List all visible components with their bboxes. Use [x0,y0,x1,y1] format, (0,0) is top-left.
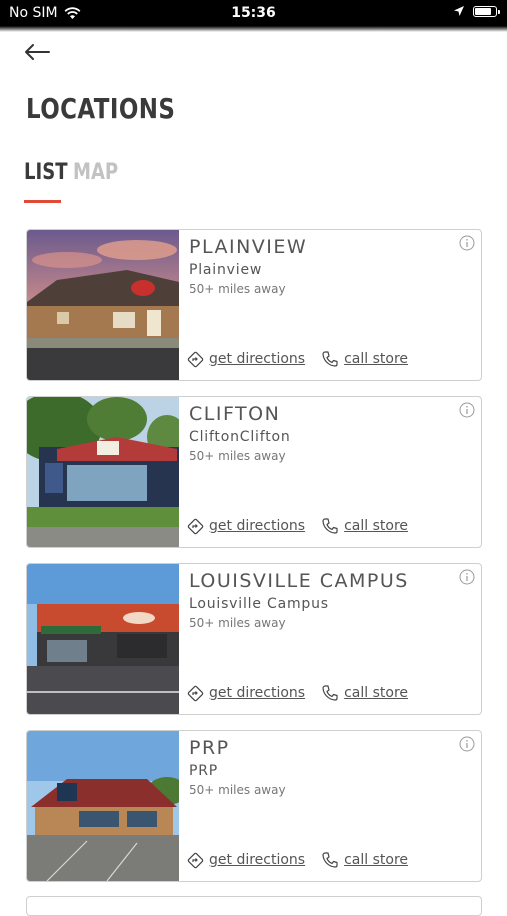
location-distance: 50+ miles away [189,783,286,797]
get-directions-link[interactable]: get directions [187,351,305,368]
status-shadow [0,26,507,32]
card-actions: get directions call store [187,517,408,535]
directions-label: get directions [209,685,306,701]
card-actions: get directions call store [187,350,408,368]
location-card-partial[interactable] [26,896,482,916]
back-button[interactable] [22,40,54,64]
info-circle-icon[interactable] [459,569,475,585]
store-photo [27,230,179,380]
call-label: call store [344,518,409,534]
location-subtitle: Plainview [189,262,263,278]
location-distance: 50+ miles away [189,616,286,630]
location-subtitle: Louisville Campus [189,596,329,612]
card-actions: get directions call store [187,851,408,869]
location-arrow-icon [454,6,464,16]
phone-icon [322,518,338,534]
call-store-link[interactable]: call store [321,684,408,702]
status-bar: No SIM 15:36 [0,0,507,26]
location-card[interactable]: CLIFTON CliftonClifton 50+ miles away ge… [26,396,482,548]
tab-list[interactable]: LIST [24,160,68,185]
location-distance: 50+ miles away [189,449,286,463]
store-photo [27,397,179,547]
battery-icon [473,5,500,17]
directions-diamond-icon [187,685,204,701]
directions-diamond-icon [187,518,204,534]
location-name: PRP [189,737,230,759]
location-card[interactable]: PLAINVIEW Plainview 50+ miles away get d… [26,229,482,381]
call-store-link[interactable]: call store [321,851,408,869]
directions-diamond-icon [187,852,204,868]
arrow-left-icon [25,44,50,60]
location-card[interactable]: PRP PRP 50+ miles away get directions ca… [26,730,482,882]
tab-map[interactable]: MAP [73,160,118,185]
active-tab-indicator [24,200,61,203]
phone-icon [322,351,338,367]
store-photo [27,731,179,881]
location-subtitle: PRP [189,763,219,779]
location-name: LOUISVILLE CAMPUS [189,570,409,592]
call-label: call store [344,685,409,701]
call-label: call store [344,852,409,868]
get-directions-link[interactable]: get directions [187,518,305,535]
directions-diamond-icon [187,351,204,367]
phone-icon [322,685,338,701]
status-right [453,5,500,17]
location-subtitle: CliftonClifton [189,429,291,445]
call-store-link[interactable]: call store [321,517,408,535]
page-title: LOCATIONS [26,92,176,125]
location-card[interactable]: LOUISVILLE CAMPUS Louisville Campus 50+ … [26,563,482,715]
directions-label: get directions [209,518,306,534]
info-circle-icon[interactable] [459,736,475,752]
store-photo [27,564,179,714]
location-name: PLAINVIEW [189,236,308,258]
info-circle-icon[interactable] [459,402,475,418]
info-circle-icon[interactable] [459,235,475,251]
status-time: 15:36 [231,5,276,21]
location-name: CLIFTON [189,403,281,425]
get-directions-link[interactable]: get directions [187,852,305,869]
card-actions: get directions call store [187,684,408,702]
phone-icon [322,852,338,868]
directions-label: get directions [209,852,306,868]
location-distance: 50+ miles away [189,282,286,296]
call-label: call store [344,351,409,367]
directions-label: get directions [209,351,306,367]
get-directions-link[interactable]: get directions [187,685,305,702]
call-store-link[interactable]: call store [321,350,408,368]
